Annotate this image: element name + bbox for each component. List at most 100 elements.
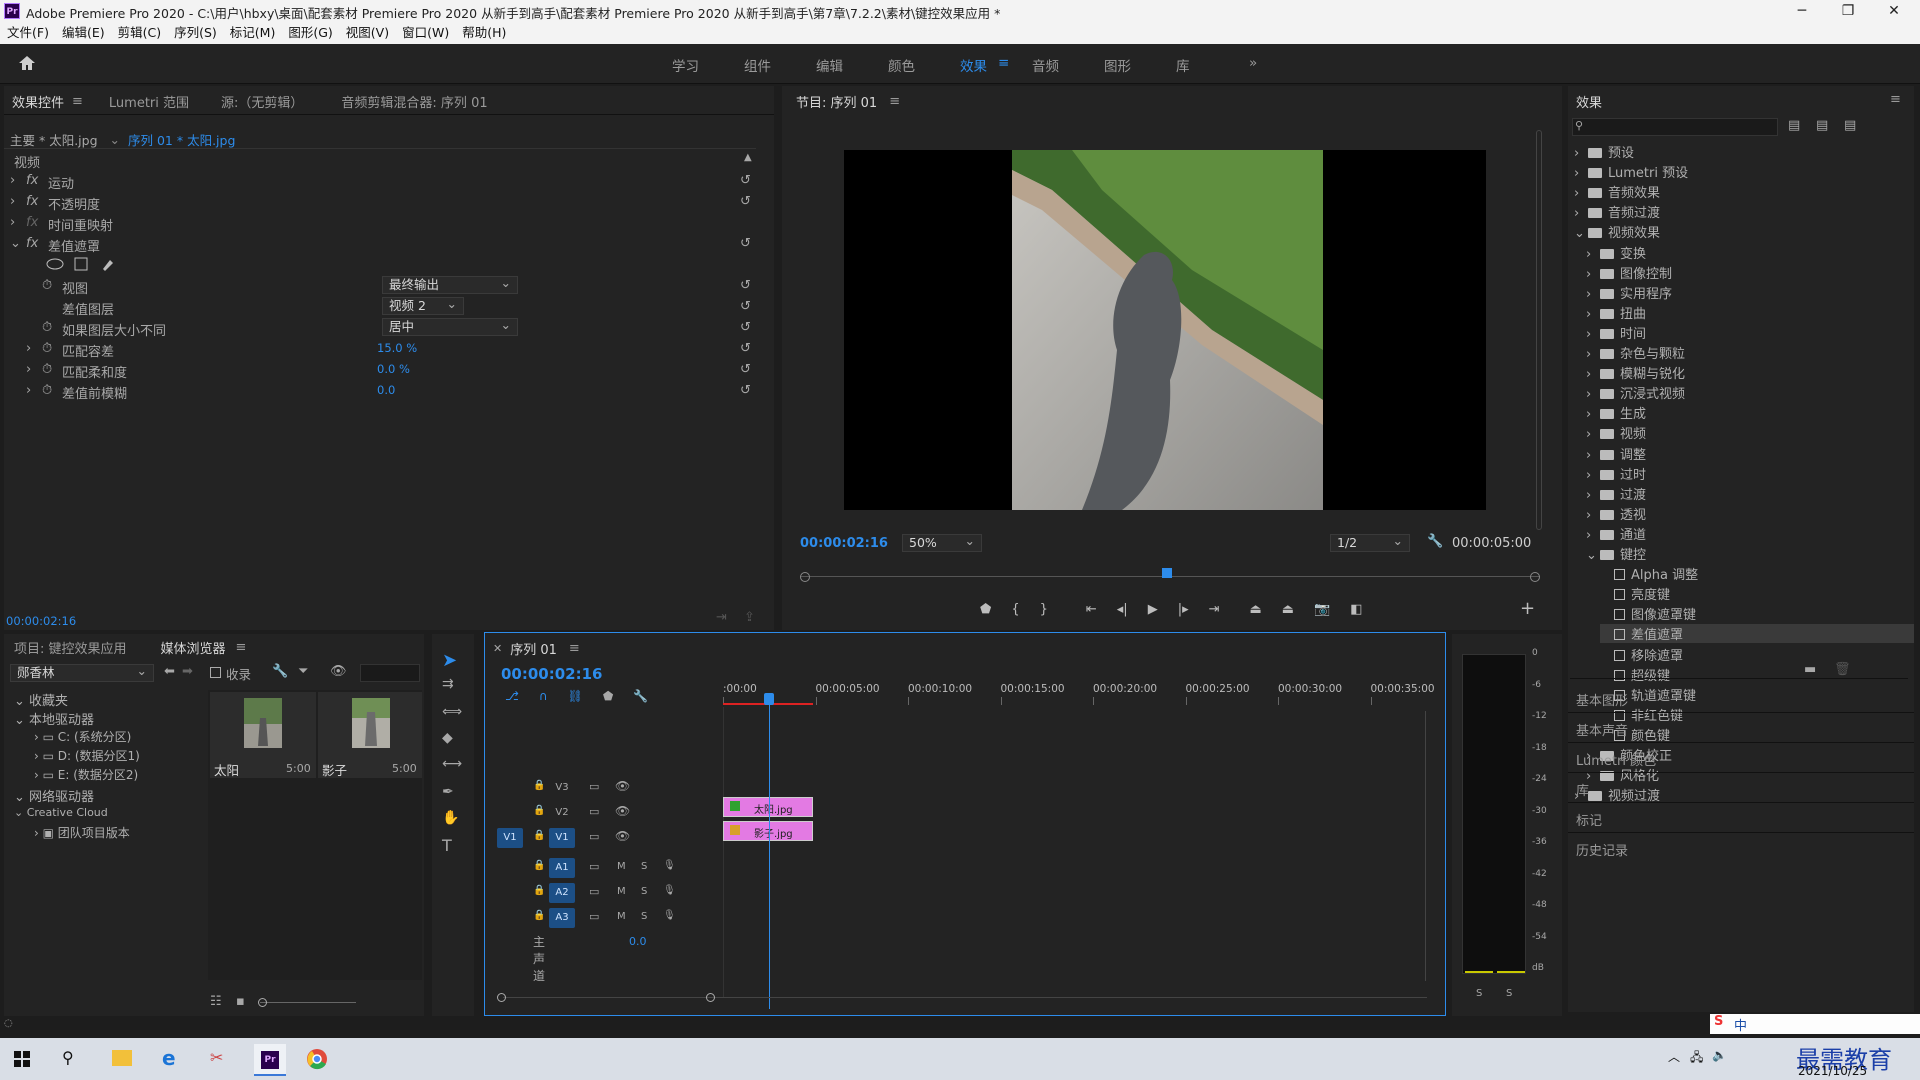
tree-creative-cloud[interactable]: ⌄ Creative Cloud [14,806,108,819]
keying-effect-2[interactable]: 图像遮罩键 [1600,604,1696,623]
stopwatch-icon[interactable]: ⏱ [42,320,52,335]
go-to-out-icon[interactable]: ⇥ [1209,602,1220,617]
file-explorer-icon[interactable] [112,1050,132,1066]
fx-row-opacity[interactable]: › fx 不透明度 ↺ [4,191,774,213]
expand-arrow-icon[interactable]: › [1586,347,1600,362]
voiceover-record-icon[interactable]: 🎙 [663,910,676,921]
tab-media-browser[interactable]: 媒体浏览器 [161,638,226,657]
32bit-effects-icon[interactable]: ▤ [1816,118,1828,133]
pen-mask-icon[interactable] [100,256,116,272]
tab-source[interactable]: 源:（无剪辑） [221,92,303,111]
effects-folder-3[interactable]: › 音频过渡 [1574,202,1660,221]
go-to-in-icon[interactable]: ⇤ [1086,602,1097,617]
scroll-up-icon[interactable]: ▲ [744,152,752,163]
workspace-learn[interactable]: 学习 [672,55,699,75]
sync-lock-icon[interactable]: ▭ [589,805,599,818]
tree-team-projects[interactable]: › ▣ 团队项目版本 [34,824,130,841]
reset-icon[interactable]: ↺ [740,173,751,188]
ripple-edit-tool-icon[interactable]: ⟺ [442,704,462,720]
playhead-line[interactable] [769,693,770,1009]
panel-essential-graphics[interactable]: 基本图形 [1568,683,1914,713]
video-effects-folder-6[interactable]: › 模糊与锐化 [1586,363,1685,382]
zoom-dropdown[interactable]: 50% [902,533,982,552]
workspace-effects[interactable]: 效果 [960,55,987,75]
track-target-v2[interactable]: V2 [549,803,575,823]
expand-arrow-icon[interactable]: › [1586,488,1600,503]
location-dropdown[interactable]: 郧香林 [10,663,154,682]
video-effects-folder-14[interactable]: › 通道 [1586,524,1646,543]
video-effects-folder-4[interactable]: › 时间 [1586,323,1646,342]
expand-arrow-icon[interactable]: › [1586,528,1600,543]
expand-arrow-icon[interactable]: › [1586,247,1600,262]
reset-icon[interactable]: ↺ [740,236,751,251]
workspace-color[interactable]: 颜色 [888,55,915,75]
edge-icon[interactable]: e [162,1046,176,1070]
video-effects-folder-15[interactable]: ⌄ 键控 [1586,544,1646,563]
expand-arrow-icon[interactable]: › [1586,267,1600,282]
effects-search-input[interactable]: ⚲ [1572,118,1778,136]
solo-track-button[interactable]: S [641,911,647,922]
video-effects-folder-13[interactable]: › 透视 [1586,504,1646,523]
track-select-tool-icon[interactable]: ⇉ [442,676,454,692]
mark-in-icon[interactable]: { [1011,602,1019,617]
video-effects-folder-12[interactable]: › 过渡 [1586,484,1646,503]
toggle-output-eye-icon[interactable]: 👁 [615,779,630,793]
program-monitor-title[interactable]: 节目: 序列 01 [796,92,877,111]
timeline-timecode[interactable]: 00:00:02:16 [501,665,603,683]
track-lock-icon[interactable]: 🔒 [533,830,545,841]
video-effects-folder-7[interactable]: › 沉浸式视频 [1586,383,1685,402]
stopwatch-icon[interactable]: ⏱ [42,362,52,377]
step-forward-icon[interactable]: |▸ [1178,602,1189,617]
tab-lumetri-scopes[interactable]: Lumetri 范围 [109,92,189,111]
expand-arrow-icon[interactable]: › [1586,468,1600,483]
expand-arrow-icon[interactable]: ⌄ [1574,226,1588,241]
export-icon[interactable]: ⇥ [716,610,727,625]
zoom-slider-handle[interactable] [258,998,267,1007]
chrome-icon[interactable] [306,1048,328,1070]
program-scrollbar[interactable] [1536,130,1542,530]
keying-effect-3[interactable]: 差值遮罩 [1600,624,1914,644]
menu-edit[interactable]: 编辑(E) [62,22,105,44]
expand-arrow-icon[interactable]: › [1586,367,1600,382]
reset-icon[interactable]: ↺ [740,194,751,209]
slip-tool-icon[interactable]: ⟷ [442,756,462,772]
hand-tool-icon[interactable]: ✋ [442,810,459,826]
track-target-a2[interactable]: A2 [549,883,575,903]
workspace-assembly[interactable]: 组件 [744,55,771,75]
snipping-tool-icon[interactable]: ✂ [210,1048,223,1067]
reset-icon[interactable]: ↺ [740,278,751,293]
track-lock-icon[interactable]: 🔒 [533,885,545,896]
nest-icon[interactable]: ⎇ [505,689,519,703]
ellipse-mask-icon[interactable] [46,258,64,270]
pen-tool-icon[interactable]: ✒ [442,784,454,800]
track-lock-icon[interactable]: 🔒 [533,860,545,871]
sync-lock-icon[interactable]: ▭ [589,860,599,873]
add-marker-icon[interactable]: ⬟ [603,689,613,703]
media-item-shadow[interactable]: 影子 5:00 [318,692,422,778]
expand-arrow-icon[interactable]: › [1586,427,1600,442]
ingest-checkbox[interactable] [210,667,221,678]
meter-solo-right[interactable]: S [1506,988,1512,999]
tolerance-value[interactable]: 15.0 % [377,341,417,355]
add-button-icon[interactable]: + [1520,598,1535,619]
mute-track-button[interactable]: M [617,886,626,897]
ime-mode[interactable]: 中 [1734,1015,1747,1034]
video-effects-folder-0[interactable]: › 变换 [1586,243,1646,262]
video-effects-folder-10[interactable]: › 调整 [1586,444,1646,463]
menu-marker[interactable]: 标记(M) [230,22,276,44]
expand-arrow-icon[interactable]: › [1586,287,1600,302]
keying-effect-0[interactable]: Alpha 调整 [1600,564,1698,583]
tree-drive-e[interactable]: › ▭ E: (数据分区2) [34,766,138,783]
tab-project[interactable]: 项目: 键控效果应用 [14,638,127,657]
panel-menu-icon[interactable]: ≡ [889,94,900,109]
list-view-icon[interactable]: ☷ [210,994,222,1009]
tray-chevron-icon[interactable]: ︿ [1668,1048,1680,1065]
tree-drive-d[interactable]: › ▭ D: (数据分区1) [34,747,140,764]
track-lock-icon[interactable]: 🔒 [533,910,545,921]
mute-track-button[interactable]: M [617,861,626,872]
view-dropdown[interactable]: 最终输出 [382,275,518,294]
program-time-ruler[interactable] [800,568,1540,584]
solo-track-button[interactable]: S [641,861,647,872]
panel-essential-sound[interactable]: 基本声音 [1568,713,1914,743]
windows-start-icon[interactable] [14,1051,30,1067]
